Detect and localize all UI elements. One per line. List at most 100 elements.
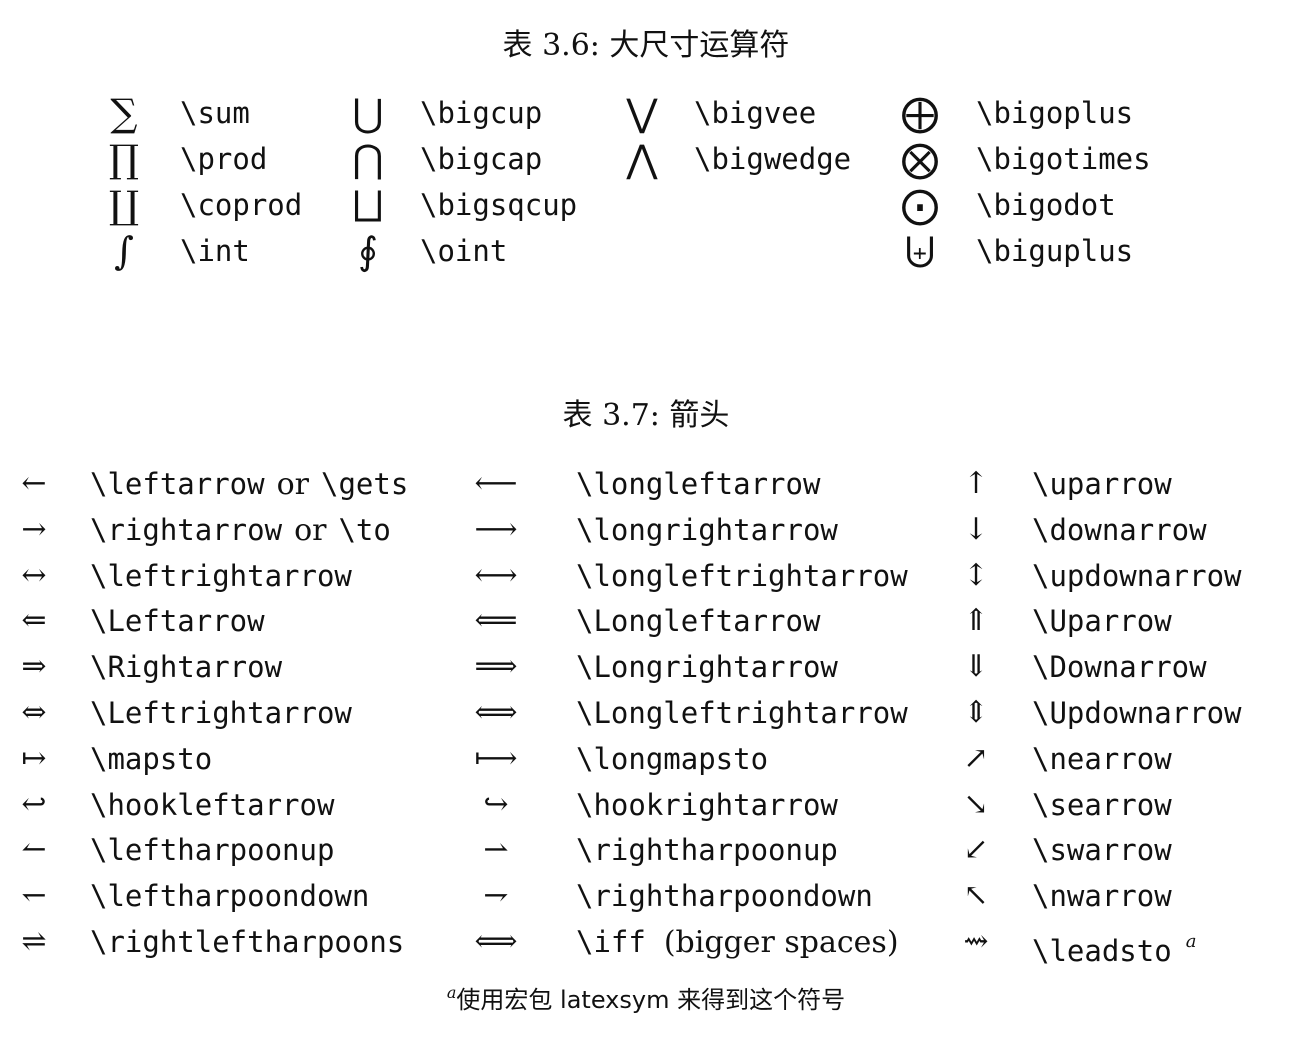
arrow-command: \iff (bigger spaces)	[576, 919, 899, 966]
command-name: \nearrow	[1032, 742, 1172, 776]
table-3-6-caption: 表 3.6: 大尺寸运算符	[502, 28, 790, 63]
arrow-command: \downarrow	[1032, 507, 1207, 553]
arrow-symbol: ↖	[963, 878, 989, 913]
command-name: \swarrow	[1032, 833, 1172, 867]
arrow-symbol: ⟺	[474, 695, 518, 730]
arrow-command: \searrow	[1032, 782, 1172, 828]
arrow-symbol: ↑	[963, 466, 989, 501]
alias-command-name: \to	[338, 513, 391, 547]
big-op-command: \bigcup	[420, 96, 543, 130]
big-op-command: \bigcap	[420, 142, 543, 176]
command-name: \hookrightarrow	[576, 788, 838, 822]
command-name: \Longleftrightarrow	[576, 696, 908, 730]
big-op-command: \biguplus	[976, 234, 1134, 268]
big-op-symbol: ⨆	[352, 183, 384, 227]
footnote-text: 使用宏包 latexsym 来得到这个符号	[456, 986, 846, 1014]
arrow-symbol: ↘	[963, 787, 989, 822]
arrow-command: \uparrow	[1032, 461, 1172, 507]
alias-command-name: \gets	[321, 467, 409, 501]
big-op-command: \oint	[420, 234, 508, 268]
big-op-command: \bigoplus	[976, 96, 1134, 130]
command-name: \Uparrow	[1032, 604, 1172, 638]
command-name: \longleftarrow	[576, 467, 821, 501]
arrow-command: \leadsto a	[1032, 919, 1196, 974]
big-op-command: \bigotimes	[976, 142, 1151, 176]
note-text: (bigger spaces)	[663, 925, 899, 960]
arrow-command: \leftarrow or \gets	[90, 461, 408, 508]
big-op-command: \prod	[180, 142, 268, 176]
command-name: \mapsto	[90, 742, 213, 776]
arrow-symbol: ⇁	[483, 878, 509, 913]
command-name: \rightharpoonup	[576, 833, 838, 867]
big-op-symbol: ⋁	[626, 91, 658, 135]
arrow-command: \Longleftrightarrow	[576, 690, 908, 736]
arrow-symbol: ⇑	[963, 603, 989, 638]
arrow-symbol: ↔	[21, 558, 47, 593]
arrow-command: \nwarrow	[1032, 873, 1172, 919]
footnote-marker: a	[1185, 931, 1197, 952]
arrow-command: \longrightarrow	[576, 507, 838, 553]
arrow-command: \Downarrow	[1032, 644, 1207, 690]
big-op-command: \coprod	[180, 188, 303, 222]
arrow-symbol: ⟺	[474, 924, 518, 959]
command-name: \Updownarrow	[1032, 696, 1242, 730]
command-name: \downarrow	[1032, 513, 1207, 547]
big-op-command: \bigvee	[694, 96, 817, 130]
footnote: a使用宏包 latexsym 来得到这个符号	[0, 980, 1292, 1015]
command-name: \longmapsto	[576, 742, 769, 776]
big-op-symbol: ∏	[108, 137, 140, 181]
arrow-symbol: ⟶	[474, 512, 518, 547]
arrow-symbol: ⇀	[483, 832, 509, 867]
big-op-symbol: ∫	[114, 229, 134, 273]
big-op-symbol: ⨁	[901, 91, 939, 135]
command-name: \leftarrow	[90, 467, 265, 501]
command-name: \nwarrow	[1032, 879, 1172, 913]
command-name: \rightleftharpoons	[90, 925, 405, 959]
arrow-symbol: ⇔	[21, 695, 47, 730]
command-name: \leftharpoonup	[90, 833, 335, 867]
arrow-command: \rightleftharpoons	[90, 919, 404, 965]
arrow-symbol: ↕	[963, 558, 989, 593]
command-name: \Downarrow	[1032, 650, 1207, 684]
big-op-command: \int	[180, 234, 250, 268]
arrow-command: \Leftarrow	[90, 598, 265, 644]
arrow-symbol: ↗	[963, 741, 989, 776]
big-op-command: \bigsqcup	[420, 188, 578, 222]
arrow-command: \leftharpoonup	[90, 827, 334, 873]
command-name: \longleftrightarrow	[576, 559, 908, 593]
arrow-symbol: ↦	[21, 741, 47, 776]
arrow-symbol: ↓	[963, 512, 989, 547]
arrow-symbol: ⇒	[21, 649, 47, 684]
arrow-symbol: ↽	[21, 878, 47, 913]
arrow-symbol: ⇕	[963, 695, 989, 730]
command-name: \Longrightarrow	[576, 650, 838, 684]
big-op-command: \bigwedge	[694, 142, 852, 176]
arrow-command: \Uparrow	[1032, 598, 1172, 644]
arrow-symbol: ⇓	[963, 649, 989, 684]
arrow-symbol: ↼	[21, 832, 47, 867]
command-name: \searrow	[1032, 788, 1172, 822]
arrow-command: \longleftarrow	[576, 461, 820, 507]
command-name: \updownarrow	[1032, 559, 1242, 593]
command-name: \longrightarrow	[576, 513, 838, 547]
command-name: \Longleftarrow	[576, 604, 821, 638]
arrow-command: \Longrightarrow	[576, 644, 838, 690]
arrow-symbol: ⇝	[963, 924, 989, 959]
or-text: or	[294, 513, 327, 548]
big-op-command: \sum	[180, 96, 250, 130]
arrow-command: \rightarrow or \to	[90, 507, 391, 554]
arrow-command: \longmapsto	[576, 736, 768, 782]
command-name: \rightarrow	[90, 513, 283, 547]
arrow-symbol: ⟹	[474, 649, 518, 684]
arrow-symbol: ⟷	[474, 558, 518, 593]
command-name: \leftrightarrow	[90, 559, 352, 593]
arrow-symbol: ↙	[963, 832, 989, 867]
command-name: \leadsto	[1032, 934, 1172, 968]
arrow-symbol: ⇐	[21, 603, 47, 638]
arrow-symbol: ⟸	[474, 603, 518, 638]
big-op-symbol: ⋀	[626, 137, 658, 181]
command-name: \leftharpoondown	[90, 879, 370, 913]
big-op-symbol: ∐	[108, 183, 140, 227]
footnote-marker: a	[446, 983, 457, 1002]
big-op-symbol: ⨂	[901, 137, 939, 181]
